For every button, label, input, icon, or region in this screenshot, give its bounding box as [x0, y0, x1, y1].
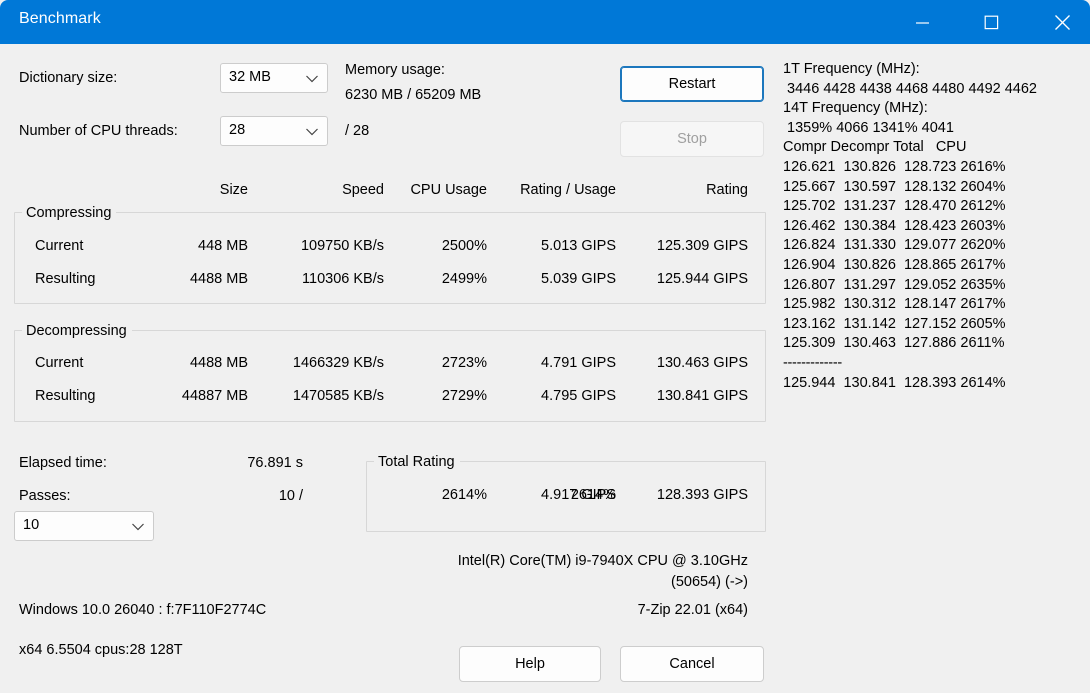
title-bar: Benchmark	[0, 0, 1090, 44]
cpu-threads-total: / 28	[345, 123, 370, 139]
minimize-icon	[915, 21, 929, 24]
close-button[interactable]	[1040, 0, 1084, 44]
cpu-name: Intel(R) Core(TM) i9-7940X CPU @ 3.10GHz	[457, 553, 748, 569]
stop-button[interactable]: Stop	[620, 121, 764, 157]
row-label: Resulting	[35, 271, 96, 287]
log-row: 126.904 130.826 128.865 2617%	[783, 256, 1006, 273]
stop-button-label: Stop	[677, 131, 707, 147]
arch-info: x64 6.5504 cpus:28 128T	[19, 642, 183, 658]
column-header-cpu-usage: CPU Usage	[410, 182, 487, 198]
benchmark-log-panel: 1T Frequency (MHz): 3446 4428 4438 4468 …	[783, 60, 1083, 393]
log-row: 125.982 130.312 128.147 2617%	[783, 296, 1006, 313]
maximize-icon	[984, 15, 998, 29]
log-freq14-values: 1359% 4066 1341% 4041	[783, 119, 954, 136]
total-rating-title: Total Rating	[374, 454, 460, 470]
chevron-down-icon	[132, 523, 144, 531]
passes-label: Passes:	[19, 488, 71, 504]
cancel-button[interactable]: Cancel	[620, 646, 764, 682]
chevron-down-icon	[306, 75, 318, 83]
help-button-label: Help	[515, 656, 545, 672]
cell-rating: 125.944 GIPS	[656, 271, 748, 287]
compressing-group	[14, 212, 766, 304]
log-row: 126.807 131.297 129.052 2635%	[783, 276, 1006, 293]
log-total-row: 125.944 130.841 128.393 2614%	[783, 374, 1006, 391]
cpu-threads-label: Number of CPU threads:	[19, 123, 178, 139]
cell-size: 4488 MB	[189, 355, 248, 371]
log-column-headers: Compr Decompr Total CPU	[783, 139, 967, 156]
chevron-down-icon	[306, 128, 318, 136]
cell-speed: 1466329 KB/s	[292, 355, 384, 371]
minimize-button[interactable]	[899, 0, 945, 44]
log-row: 125.702 131.237 128.470 2612%	[783, 198, 1006, 215]
log-freq1-values: 3446 4428 4438 4468 4480 4492 4462	[783, 80, 1037, 97]
cell-size: 4488 MB	[189, 271, 248, 287]
cell-cpu-usage: 2500%	[441, 238, 487, 254]
cell-size: 44887 MB	[181, 388, 248, 404]
column-header-speed: Speed	[342, 182, 384, 198]
log-row: 126.621 130.826 128.723 2616%	[783, 158, 1006, 175]
log-row: 125.309 130.463 127.886 2611%	[783, 335, 1005, 352]
restart-button[interactable]: Restart	[620, 66, 764, 102]
passes-value: 10 /	[278, 488, 303, 504]
cell-speed: 110306 KB/s	[302, 271, 384, 287]
log-separator: -------------	[783, 354, 842, 371]
cell-speed: 1470585 KB/s	[292, 388, 384, 404]
cpu-threads-select[interactable]: 28	[220, 116, 328, 146]
cell-rating: 130.841 GIPS	[656, 388, 748, 404]
total-rating-usage: 4.917 GIPS	[541, 487, 616, 503]
cell-rating: 130.463 GIPS	[656, 355, 748, 371]
maximize-button[interactable]	[968, 0, 1014, 44]
dictionary-size-select[interactable]: 32 MB	[220, 63, 328, 93]
decompressing-group	[14, 330, 766, 422]
log-freq1-label: 1T Frequency (MHz):	[783, 61, 920, 77]
total-rating-value: 128.393 GIPS	[656, 487, 748, 503]
total-cpu-usage-alt: 2614%	[441, 487, 487, 503]
help-button[interactable]: Help	[459, 646, 601, 682]
decompressing-group-title: Decompressing	[22, 323, 132, 339]
cell-size: 448 MB	[198, 238, 248, 254]
log-row: 123.162 131.142 127.152 2605%	[783, 315, 1006, 332]
row-label: Current	[35, 355, 84, 371]
cpu-threads-value: 28	[229, 122, 246, 138]
cpu-id: (50654) (->)	[671, 574, 748, 590]
elapsed-time-label: Elapsed time:	[19, 455, 107, 471]
passes-select-value: 10	[23, 517, 40, 533]
cell-rating-usage: 4.795 GIPS	[541, 388, 616, 404]
cell-cpu-usage: 2499%	[441, 271, 487, 287]
memory-usage-value: 6230 MB / 65209 MB	[345, 87, 482, 103]
cell-rating-usage: 5.039 GIPS	[541, 271, 616, 287]
os-info: Windows 10.0 26040 : f:7F110F2774C	[19, 602, 267, 618]
dictionary-size-value: 32 MB	[229, 69, 271, 85]
cell-rating-usage: 5.013 GIPS	[541, 238, 616, 254]
compressing-group-title: Compressing	[22, 205, 117, 221]
log-row: 126.824 131.330 129.077 2620%	[783, 237, 1006, 254]
restart-button-label: Restart	[668, 76, 716, 92]
log-row: 125.667 130.597 128.132 2604%	[783, 178, 1006, 195]
column-header-rating: Rating	[706, 182, 748, 198]
benchmark-window: Benchmark Dictionary size: 32 MB Memory …	[0, 0, 1090, 693]
column-header-size: Size	[219, 182, 248, 198]
window-title: Benchmark	[19, 10, 101, 27]
log-freq14-label: 14T Frequency (MHz):	[783, 100, 928, 117]
row-label: Current	[35, 238, 84, 254]
passes-select[interactable]: 10	[14, 511, 154, 541]
memory-usage-label: Memory usage:	[345, 62, 445, 78]
row-label: Resulting	[35, 388, 96, 404]
close-icon	[1054, 14, 1070, 30]
cancel-button-label: Cancel	[669, 656, 715, 672]
cell-rating-usage: 4.791 GIPS	[541, 355, 616, 371]
log-row: 126.462 130.384 128.423 2603%	[783, 217, 1006, 234]
elapsed-time-value: 76.891 s	[247, 455, 303, 471]
cell-speed: 109750 KB/s	[300, 238, 384, 254]
cell-cpu-usage: 2723%	[441, 355, 487, 371]
cell-rating: 125.309 GIPS	[656, 238, 748, 254]
column-header-rating-usage: Rating / Usage	[520, 182, 616, 198]
cell-cpu-usage: 2729%	[441, 388, 487, 404]
app-version: 7-Zip 22.01 (x64)	[637, 602, 748, 618]
dictionary-size-label: Dictionary size:	[19, 70, 118, 86]
